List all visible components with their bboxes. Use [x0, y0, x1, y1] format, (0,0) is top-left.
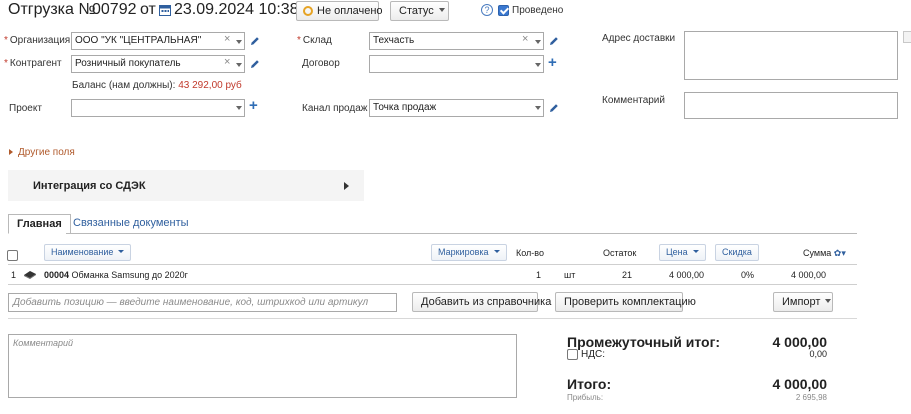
chevron-down-icon[interactable] — [535, 40, 541, 44]
chevron-right-icon — [9, 149, 13, 155]
expand-panel-handle[interactable] — [903, 31, 911, 43]
comment-label: Комментарий — [602, 95, 665, 106]
total-label: Итого: — [567, 376, 612, 392]
channel-label: Канал продаж — [302, 103, 368, 114]
table-row-divider — [8, 284, 857, 285]
comment-textarea[interactable]: Комментарий — [8, 334, 517, 398]
help-icon[interactable]: ? — [481, 4, 493, 16]
pencil-icon[interactable] — [549, 103, 559, 113]
gear-icon[interactable]: ✿▾ — [834, 248, 846, 258]
calendar-icon[interactable] — [159, 4, 171, 16]
payment-status-label: Не оплачено — [317, 5, 383, 17]
tab-main[interactable]: Главная — [8, 214, 71, 234]
table-header-divider — [8, 264, 857, 265]
chevron-down-icon — [825, 299, 832, 303]
delivery-address-input[interactable] — [684, 31, 898, 80]
row-index: 1 — [11, 270, 17, 280]
payment-status-button[interactable]: Не оплачено — [296, 1, 383, 21]
unpaid-circle-icon — [303, 6, 313, 16]
doc-type-title: Отгрузка № — [8, 1, 96, 18]
add-from-catalog-button[interactable]: Добавить из справочника — [412, 292, 551, 312]
row-stock: 21 — [622, 270, 633, 280]
vat-checkbox[interactable] — [567, 349, 578, 360]
counterparty-field[interactable]: Розничный покупатель — [71, 55, 245, 73]
pencil-icon[interactable] — [549, 36, 559, 46]
warehouse-label: * Склад — [297, 35, 332, 46]
chevron-down-icon — [493, 250, 500, 253]
comment-short-input[interactable] — [684, 92, 898, 119]
table-row[interactable]: 00004 Обманка Samsung до 2020г — [44, 270, 188, 280]
balance-amount: 43 292,00 руб — [178, 80, 242, 91]
product-icon — [24, 271, 36, 279]
chevron-down-icon[interactable] — [535, 106, 541, 110]
status-label: Статус — [399, 5, 434, 17]
org-clear-icon[interactable]: × — [224, 33, 230, 45]
import-button[interactable]: Импорт — [773, 292, 833, 312]
chevron-down-icon — [692, 250, 699, 253]
chevron-right-icon — [344, 182, 349, 190]
profit-value: 2 695,98 — [795, 393, 827, 402]
warehouse-clear-icon[interactable]: × — [522, 33, 528, 45]
tab-related-documents[interactable]: Связанные документы — [66, 214, 196, 234]
counterparty-clear-icon[interactable]: × — [224, 56, 230, 68]
chevron-down-icon[interactable] — [236, 63, 242, 67]
subtotal-value: 4 000,00 — [772, 334, 828, 350]
select-all-checkbox[interactable] — [7, 250, 18, 261]
doc-date[interactable]: 23.09.2024 10:38 — [174, 1, 299, 19]
delivery-address-label: Адрес доставки — [602, 33, 676, 44]
date-from-label: от — [140, 1, 156, 18]
contract-field[interactable] — [369, 55, 544, 73]
check-bundle-button[interactable]: Проверить комплектацию — [555, 292, 696, 312]
posted-checkbox[interactable] — [498, 5, 509, 16]
row-qty[interactable]: 1 — [536, 270, 541, 280]
counterparty-label: * Контрагент — [4, 58, 62, 69]
row-unit: шт — [564, 270, 576, 280]
pencil-icon[interactable] — [250, 59, 260, 69]
row-discount[interactable]: 0% — [741, 270, 754, 280]
add-position-input[interactable]: Добавить позицию — введите наименование,… — [8, 293, 397, 312]
other-fields-toggle[interactable]: Другие поля — [9, 147, 75, 158]
subtotal-label: Промежуточный итог: — [567, 334, 721, 350]
column-marking-button[interactable]: Маркировка — [431, 244, 507, 261]
chevron-down-icon[interactable] — [535, 63, 541, 67]
column-price-button[interactable]: Цена — [659, 244, 706, 261]
add-contract-icon[interactable]: + — [548, 55, 557, 70]
column-qty-header: Кол-во — [516, 248, 544, 258]
column-stock-header: Остаток — [603, 248, 637, 258]
pencil-icon[interactable] — [250, 36, 260, 46]
column-discount-button[interactable]: Скидка — [715, 244, 759, 261]
cdek-integration-title: Интеграция со СДЭК — [33, 180, 146, 192]
warehouse-field[interactable]: Техчасть — [369, 32, 544, 50]
project-label: Проект — [9, 103, 42, 114]
vat-value: 0,00 — [809, 349, 827, 359]
status-dropdown-button[interactable]: Статус — [390, 1, 449, 21]
doc-number[interactable]: 00792 — [92, 1, 137, 19]
contract-label: Договор — [302, 58, 340, 69]
org-field[interactable]: ООО "УК "ЦЕНТРАЛЬНАЯ" — [71, 32, 245, 50]
cdek-integration-panel[interactable]: Интеграция со СДЭК — [8, 170, 364, 201]
add-project-icon[interactable]: + — [249, 98, 258, 113]
chevron-down-icon[interactable] — [236, 106, 242, 110]
balance-text: Баланс (нам должны): 43 292,00 руб — [72, 80, 242, 91]
column-sum-header: Сумма ✿▾ — [803, 248, 846, 258]
chevron-down-icon — [118, 250, 125, 253]
row-sum: 4 000,00 — [791, 270, 827, 280]
row-price[interactable]: 4 000,00 — [669, 270, 704, 280]
chevron-down-icon[interactable] — [236, 40, 242, 44]
section-divider — [8, 318, 857, 319]
org-label: * Организация — [4, 35, 71, 46]
profit-label: Прибыль: — [567, 393, 604, 402]
posted-label: Проведено — [512, 5, 564, 16]
channel-field[interactable]: Точка продаж — [369, 99, 544, 117]
total-value: 4 000,00 — [772, 376, 828, 392]
vat-label: НДС: — [581, 349, 605, 360]
project-field[interactable] — [71, 99, 245, 117]
chevron-down-icon — [438, 8, 445, 12]
column-name-button[interactable]: Наименование — [44, 244, 132, 261]
